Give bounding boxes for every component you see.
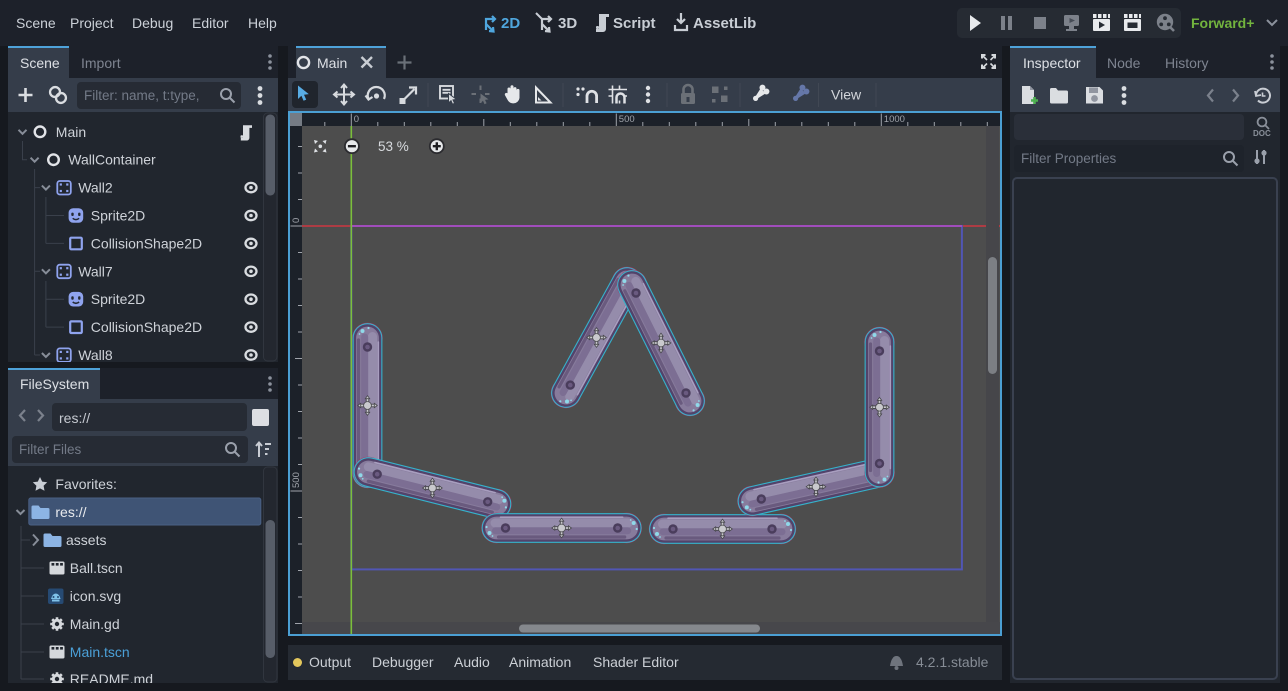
svg-text:0: 0 <box>291 218 302 223</box>
svg-text:53 %: 53 % <box>378 139 409 154</box>
svg-text:1000: 1000 <box>884 114 905 125</box>
svg-text:Shader Editor: Shader Editor <box>593 654 679 670</box>
svg-text:Audio: Audio <box>454 654 490 670</box>
svg-text:4.2.1.stable: 4.2.1.stable <box>916 654 989 670</box>
svg-text:Debugger: Debugger <box>372 654 434 670</box>
svg-text:500: 500 <box>619 114 635 125</box>
svg-text:Animation: Animation <box>509 654 571 670</box>
svg-text:Output: Output <box>309 654 351 670</box>
svg-text:500: 500 <box>291 472 302 488</box>
svg-text:DOC: DOC <box>1253 129 1271 138</box>
svg-text:0: 0 <box>354 114 359 125</box>
